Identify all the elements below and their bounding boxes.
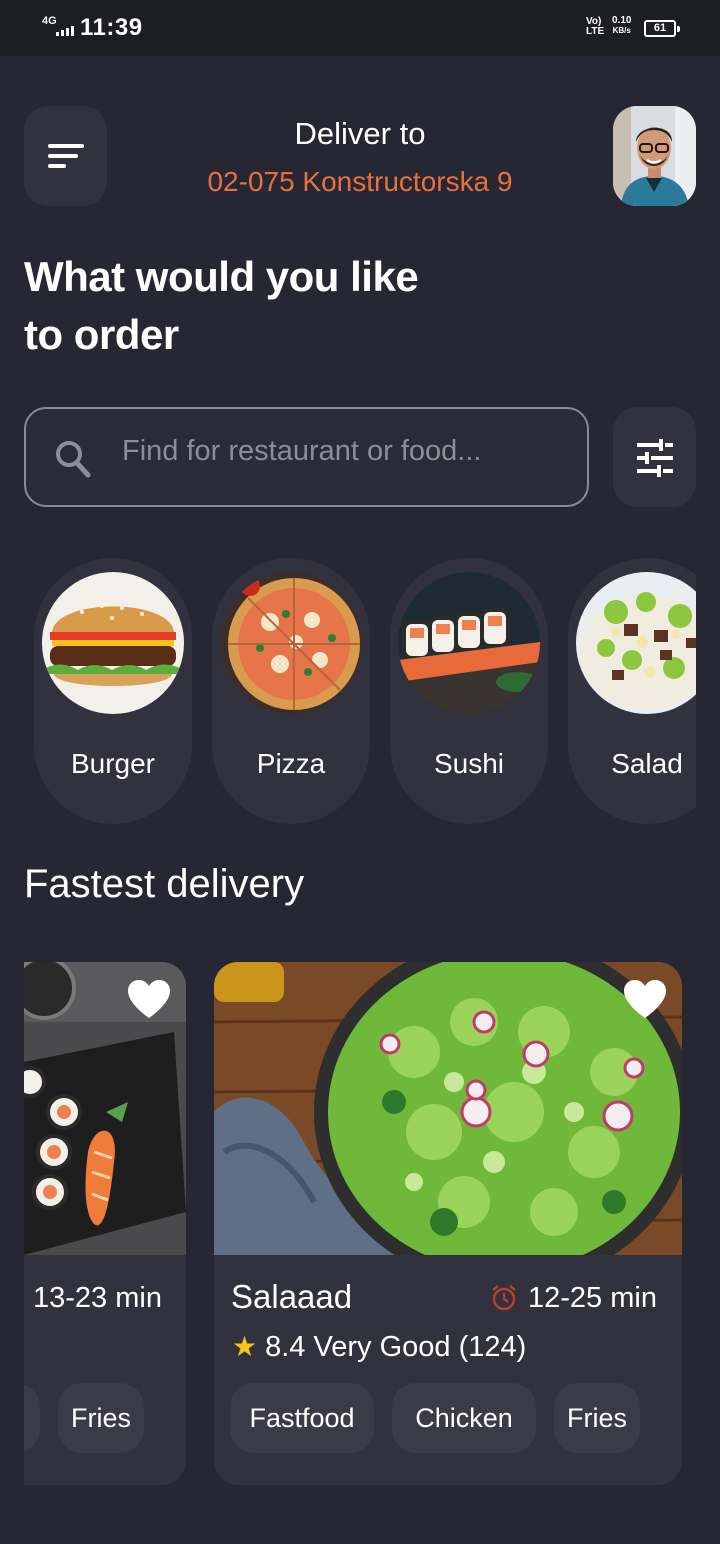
volte-indicator: Vo) LTE (586, 16, 605, 37)
category-list: Burger Pizza Sushi Salad (24, 558, 696, 824)
search-input[interactable]: Find for restaurant or food... (24, 407, 589, 507)
rating-text: 8.4 Very Good (124) (265, 1331, 527, 1363)
avatar[interactable] (613, 106, 696, 206)
salad-image (576, 572, 696, 714)
delivery-address[interactable]: 02-075 Konstructorska 9 (180, 166, 540, 198)
star-icon: ★ (232, 1331, 258, 1362)
category-sushi[interactable]: Sushi (390, 558, 548, 824)
clock-time: 11:39 (80, 14, 143, 41)
favorite-heart-icon[interactable] (126, 978, 172, 1020)
section-title-fastest-delivery: Fastest delivery (24, 862, 305, 906)
signal-icon (56, 26, 74, 36)
search-icon (54, 439, 92, 484)
sushi-image (398, 572, 540, 714)
network-indicator: 4G (42, 15, 74, 36)
tag-chip[interactable]: Fries (58, 1383, 144, 1453)
restaurant-card[interactable]: Salaaad 12-25 min ★ 8.4 Very Good (124) F… (214, 962, 682, 1485)
page-title: What would you like to order (24, 253, 419, 358)
category-label: Salad (611, 748, 683, 779)
battery-icon: 61 (644, 20, 680, 37)
tag-chip[interactable]: Chicken (392, 1383, 536, 1453)
burger-image (42, 572, 184, 714)
category-pizza[interactable]: Pizza (212, 558, 370, 824)
restaurant-card[interactable]: 13-23 min Fries (24, 962, 186, 1485)
tag-chip[interactable] (24, 1383, 40, 1453)
filter-sliders-icon (637, 439, 673, 477)
category-salad[interactable]: Salad (568, 558, 696, 824)
speed-value: 0.10 (612, 15, 632, 26)
delivery-time: 13-23 min (33, 1282, 162, 1314)
tag-chip[interactable]: Fries (554, 1383, 640, 1453)
favorite-heart-icon[interactable] (622, 978, 668, 1020)
rating: ★ 8.4 Very Good (124) (232, 1330, 526, 1364)
status-bar: 4G 11:39 Vo) LTE 0.10 KB/s 61 (0, 0, 720, 56)
category-label: Pizza (256, 748, 326, 779)
restaurant-photo (214, 962, 682, 1255)
alarm-clock-icon (492, 1285, 516, 1311)
category-label: Sushi (433, 748, 505, 779)
tag-chip[interactable]: Fastfood (230, 1383, 374, 1453)
network-speed: 0.10 KB/s (612, 16, 631, 36)
category-burger[interactable]: Burger (34, 558, 192, 824)
speed-unit: KB/s (612, 26, 631, 35)
pizza-image (220, 572, 362, 714)
filter-button[interactable] (613, 407, 696, 507)
restaurant-name: Salaaad (231, 1278, 353, 1315)
network-type: 4G (42, 15, 57, 27)
user-avatar-icon (613, 106, 696, 206)
search-placeholder: Find for restaurant or food... (122, 435, 482, 467)
deliver-to-label: Deliver to (294, 116, 426, 151)
menu-button[interactable] (24, 106, 107, 206)
category-label: Burger (70, 748, 156, 779)
delivery-time: 12-25 min (528, 1282, 657, 1314)
